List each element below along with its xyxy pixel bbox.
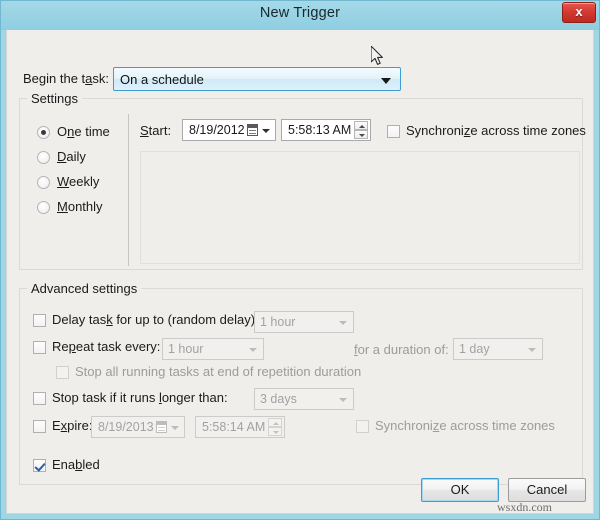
- expire-sync-timezones-label: Synchronize across time zones: [375, 418, 555, 433]
- new-trigger-dialog: New Trigger x Begin the task: On a sched…: [0, 0, 600, 520]
- spinner-down-icon[interactable]: [354, 130, 368, 139]
- stop-longer-combo[interactable]: 3 days: [254, 388, 354, 410]
- expire-box: [33, 420, 46, 433]
- enabled-label: Enabled: [52, 457, 100, 472]
- chevron-down-icon: [339, 398, 347, 402]
- radio-monthly-label: Monthly: [57, 199, 103, 214]
- radio-one-time-label: One time: [57, 124, 110, 139]
- close-icon: x: [575, 4, 583, 19]
- repeat-task-label: Repeat task every:: [52, 339, 161, 354]
- spinner-up-icon[interactable]: [354, 121, 368, 130]
- settings-group-label: Settings: [27, 91, 82, 106]
- chevron-down-icon: [249, 348, 257, 352]
- begin-task-label: Begin the task:: [23, 71, 110, 86]
- chevron-down-icon: [262, 129, 270, 133]
- calendar-icon: [247, 124, 258, 136]
- radio-weekly-label: Weekly: [57, 174, 100, 189]
- watermark: wsxdn.com: [497, 500, 552, 514]
- repeat-task-box: [33, 341, 46, 354]
- window-title: New Trigger: [259, 5, 341, 21]
- schedule-detail-panel: [140, 151, 580, 264]
- spinner-down-icon[interactable]: [268, 427, 282, 436]
- expire-time-spin-buttons[interactable]: [268, 418, 282, 436]
- start-time-spin-buttons[interactable]: [354, 121, 368, 139]
- settings-divider: [128, 114, 129, 266]
- delay-task-combo-value: 1 hour: [260, 315, 296, 329]
- start-sync-timezones-label: Synchronize across time zones: [406, 123, 586, 138]
- expire-time-spinner[interactable]: 5:58:14 AM: [195, 416, 285, 438]
- expire-time-value: 5:58:14 AM: [202, 420, 266, 434]
- chevron-down-icon: [528, 348, 536, 352]
- expire-sync-timezones-box: [356, 420, 369, 433]
- expire-label: Expire:: [52, 418, 93, 433]
- chevron-down-icon: [339, 321, 347, 325]
- cancel-button[interactable]: Cancel: [508, 478, 586, 502]
- delay-task-combo[interactable]: 1 hour: [254, 311, 354, 333]
- spinner-up-icon[interactable]: [268, 418, 282, 427]
- advanced-settings-group-label: Advanced settings: [27, 281, 142, 296]
- calendar-icon: [156, 421, 167, 433]
- stop-longer-combo-value: 3 days: [260, 392, 297, 406]
- radio-daily-label: Daily: [57, 149, 86, 164]
- radio-monthly-indicator: [37, 201, 50, 214]
- repeat-interval-combo-value: 1 hour: [168, 342, 204, 356]
- repeat-duration-combo-value: 1 day: [459, 342, 490, 356]
- delay-task-box: [33, 314, 46, 327]
- expire-date-value: 8/19/2013: [98, 420, 154, 434]
- delay-task-label: Delay task for up to (random delay):: [52, 312, 259, 327]
- enabled-box: [33, 459, 46, 472]
- repeat-duration-combo[interactable]: 1 day: [453, 338, 543, 360]
- start-date-picker[interactable]: 8/19/2012: [182, 119, 276, 141]
- chevron-down-icon: [381, 78, 391, 84]
- radio-daily-indicator: [37, 151, 50, 164]
- repeat-duration-label: for a duration of:: [354, 342, 449, 357]
- expire-date-picker[interactable]: 8/19/2013: [91, 416, 185, 438]
- start-label: Start:: [140, 123, 172, 138]
- radio-weekly-indicator: [37, 176, 50, 189]
- start-date-value: 8/19/2012: [189, 123, 245, 137]
- chevron-down-icon: [171, 426, 179, 430]
- stop-longer-box: [33, 392, 46, 405]
- begin-task-combo[interactable]: On a schedule: [113, 67, 401, 91]
- start-time-value: 5:58:13 AM: [288, 123, 352, 137]
- stop-longer-label: Stop task if it runs longer than:: [52, 390, 228, 405]
- close-button[interactable]: x: [562, 2, 596, 23]
- ok-button[interactable]: OK: [421, 478, 499, 502]
- start-time-spinner[interactable]: 5:58:13 AM: [281, 119, 371, 141]
- stop-repetition-label: Stop all running tasks at end of repetit…: [75, 364, 362, 379]
- start-sync-timezones-box: [387, 125, 400, 138]
- title-bar[interactable]: New Trigger x: [1, 1, 599, 30]
- repeat-interval-combo[interactable]: 1 hour: [162, 338, 264, 360]
- radio-one-time-indicator: [37, 126, 50, 139]
- begin-task-combo-value: On a schedule: [120, 72, 204, 87]
- dialog-client-area: Begin the task: On a schedule Settings O…: [6, 30, 594, 514]
- stop-repetition-box: [56, 366, 69, 379]
